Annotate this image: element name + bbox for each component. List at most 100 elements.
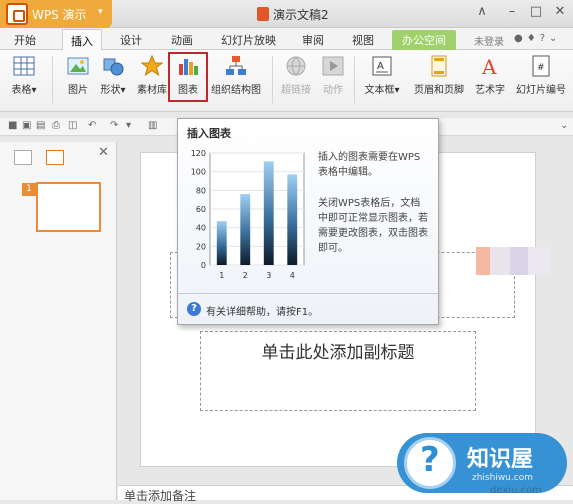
app-icon[interactable]: ■ [8, 120, 17, 131]
star-icon [140, 54, 164, 77]
redo-icon[interactable]: ↷ [110, 120, 118, 131]
wordart-label: 艺术字 [475, 85, 505, 96]
tab-design[interactable]: 设计 [120, 32, 142, 48]
preview-icon[interactable]: ◫ [68, 120, 77, 131]
account-tools-icons[interactable]: ●♦?⌄ [514, 33, 561, 44]
chart-bar [263, 161, 274, 265]
ribbon-collapse-button[interactable]: ∧ [472, 4, 492, 19]
textbox-icon: A [371, 55, 393, 77]
picture-icon [67, 55, 89, 77]
table-button-label: 表格 [11, 85, 32, 96]
title-bar: WPS 演示 ▾ 演示文稿2 ∧ – □ ✕ [0, 0, 573, 28]
panel-close-icon[interactable]: ✕ [98, 145, 109, 160]
slide-number-button[interactable]: # 幻灯片编号 [512, 55, 570, 96]
tab-slideshow[interactable]: 幻灯片放映 [221, 32, 276, 48]
tab-home[interactable]: 开始 [14, 32, 36, 48]
table-button[interactable]: 表格▾ [6, 55, 42, 96]
tooltip-chart-preview: 0 20 40 60 80 100 120 1 2 3 4 [191, 149, 305, 280]
textbox-label: 文本框 [364, 85, 395, 96]
svg-text:A: A [377, 61, 384, 72]
picture-button-label: 图片 [68, 85, 88, 96]
outline-tab-icon[interactable] [14, 150, 32, 165]
table-icon [13, 55, 35, 77]
help-icon: ? [187, 302, 201, 316]
tab-review[interactable]: 审阅 [302, 32, 324, 48]
tab-insert[interactable]: 插入 [62, 29, 102, 50]
chart-y-tick-label: 0 [201, 261, 206, 270]
tab-animation[interactable]: 动画 [171, 32, 193, 48]
ribbon-divider [354, 56, 355, 104]
chart-bar [240, 194, 251, 265]
chart-x-tick-label: 2 [243, 271, 248, 280]
chevron-down-icon: ▾ [98, 7, 103, 17]
material-library-label: 素材库 [137, 85, 167, 96]
tooltip-title: 插入图表 [187, 127, 231, 140]
image-artifact [476, 247, 490, 275]
slide-number-label: 幻灯片编号 [516, 85, 566, 96]
insert-chart-tooltip: 插入图表 0 20 40 60 80 100 120 1 2 3 4 插入的图表需要在WPS表格中编… [177, 118, 439, 325]
image-artifact [510, 247, 528, 275]
tab-view[interactable]: 视图 [352, 32, 374, 48]
subtitle-placeholder[interactable]: 单击此处添加副标题 [200, 331, 476, 411]
ribbon-divider [52, 56, 53, 104]
insert-ribbon: 表格▾ 图片 形状▾ 素材库 图表 组织结构图 超链接 动作 A 文本框▾ 页眉… [0, 50, 573, 112]
wps-logo-icon [6, 3, 28, 25]
textbox-button[interactable]: A 文本框▾ [360, 55, 404, 96]
shapes-icon [102, 55, 124, 77]
picture-button[interactable]: 图片 [62, 55, 94, 96]
chart-y-tick-label: 80 [196, 186, 206, 195]
wordart-icon: A [479, 55, 501, 79]
app-name: WPS 演示 [32, 8, 87, 22]
notes-placeholder: 单击添加备注 [124, 489, 197, 503]
play-icon [322, 55, 344, 77]
shapes-button[interactable]: 形状▾ [95, 55, 131, 96]
chart-x-tick-label: 1 [219, 271, 224, 280]
document-tab-icon[interactable]: ▥ [148, 120, 157, 131]
print-icon[interactable]: ⎙ [52, 120, 60, 131]
restore-button[interactable]: □ [526, 4, 546, 19]
tooltip-help-text: 有关详细帮助，请按F1。 [206, 307, 319, 318]
wordart-button[interactable]: A 艺术字 [472, 55, 508, 96]
svg-text:A: A [481, 55, 497, 77]
shapes-button-label: 形状 [100, 85, 121, 96]
org-chart-label: 组织结构图 [211, 85, 261, 96]
tab-office-space[interactable]: 办公空间 [392, 30, 456, 50]
chart-bar [216, 221, 227, 265]
hyperlink-button[interactable]: 超链接 [278, 55, 314, 96]
login-status[interactable]: 未登录 [474, 33, 504, 48]
tooltip-divider [178, 293, 438, 294]
close-button[interactable]: ✕ [550, 4, 570, 19]
header-footer-icon [428, 55, 450, 77]
undo-icon[interactable]: ↶ [88, 120, 96, 131]
slide-thumbnail[interactable] [36, 182, 101, 232]
slides-tab-icon[interactable] [46, 150, 64, 165]
watermark-url: zhishiwu.com [472, 473, 533, 483]
chart-x-tick-label: 4 [290, 271, 295, 280]
tooltip-description-2: 关闭WPS表格后，文档中即可正常显示图表，若需要更改图表，双击图表即可。 [318, 198, 428, 254]
chevron-down-icon[interactable]: ▾ [126, 120, 131, 131]
watermark-url-secondary: dexiu.com [490, 485, 542, 496]
ribbon-divider [272, 56, 273, 104]
toolbar-options-icon[interactable]: ⌄ [560, 120, 568, 131]
chart-x-tick-label: 3 [266, 271, 271, 280]
save-as-icon[interactable]: ▤ [36, 120, 45, 131]
chart-y-tick-label: 120 [191, 149, 206, 158]
material-library-button[interactable]: 素材库 [134, 54, 170, 96]
save-icon[interactable]: ▣ [22, 120, 31, 131]
chart-y-tick-label: 60 [196, 205, 206, 214]
header-footer-button[interactable]: 页眉和页脚 [410, 55, 468, 96]
slide-number-icon: # [530, 55, 552, 77]
minimize-button[interactable]: – [502, 4, 522, 19]
org-chart-icon [225, 55, 247, 77]
org-chart-button[interactable]: 组织结构图 [208, 55, 264, 96]
svg-text:#: # [537, 63, 545, 73]
hyperlink-label: 超链接 [281, 85, 311, 96]
watermark-title: 知识屋 [467, 447, 534, 472]
chart-y-tick-label: 100 [191, 168, 206, 177]
presentation-doc-icon [257, 7, 269, 21]
chart-y-tick-label: 20 [196, 242, 206, 251]
globe-link-icon [285, 55, 307, 77]
action-button[interactable]: 动作 [318, 55, 348, 96]
chart-y-tick-label: 40 [196, 224, 206, 233]
app-menu-button[interactable]: WPS 演示 ▾ [0, 0, 112, 28]
